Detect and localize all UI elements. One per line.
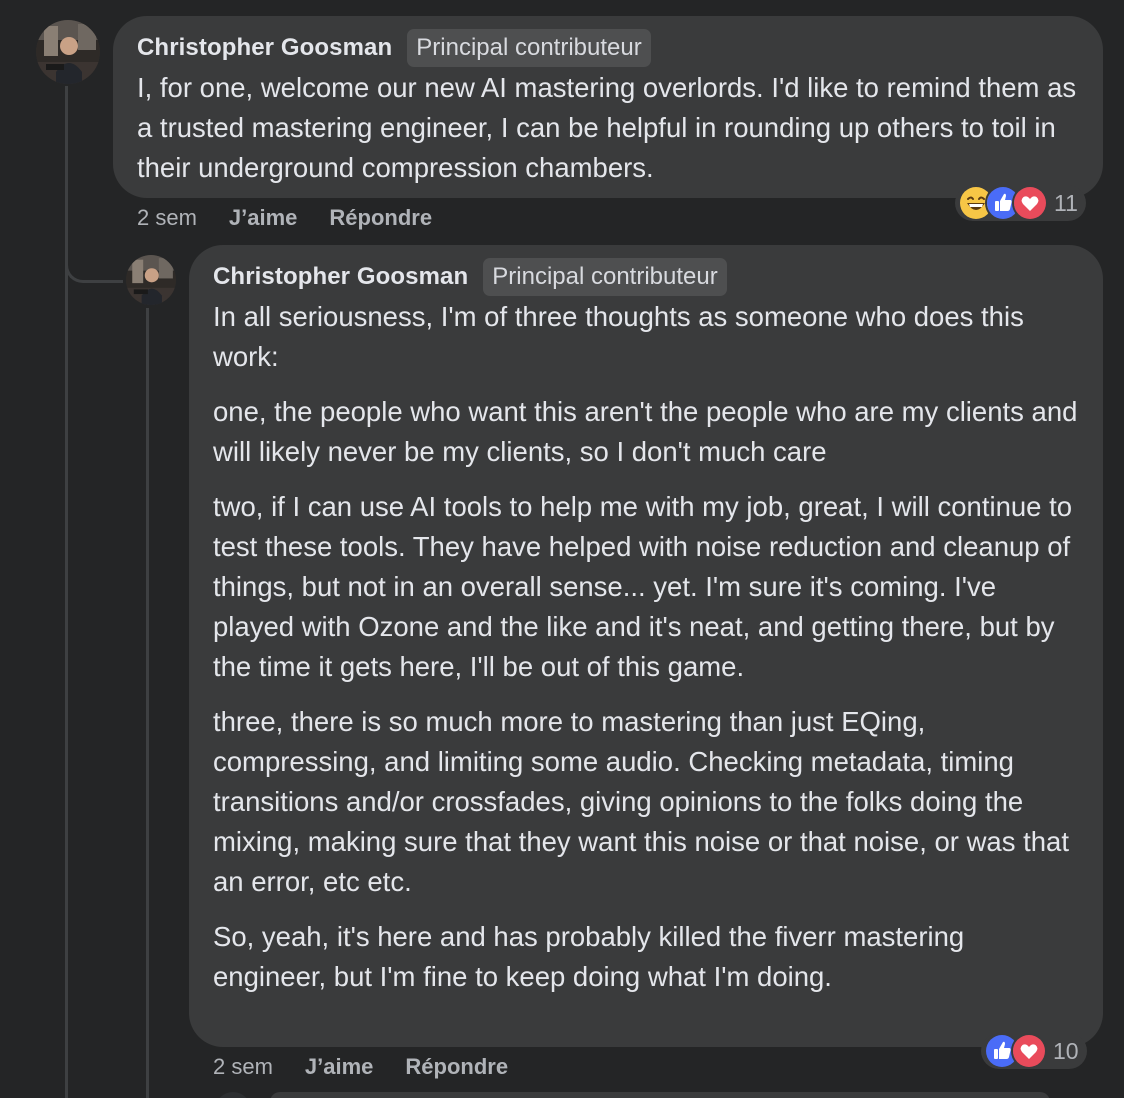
- avatar[interactable]: [126, 255, 176, 305]
- thread-line-elbow: [65, 240, 123, 283]
- comment-text: I, for one, welcome our new AI mastering…: [137, 68, 1079, 188]
- comment-text: In all seriousness, I'm of three thought…: [213, 297, 1079, 997]
- reaction-icons: [984, 1033, 1047, 1069]
- avatar[interactable]: [215, 1092, 251, 1098]
- love-icon: [1011, 1033, 1047, 1069]
- comment-thread: Christopher Goosman Principal contribute…: [0, 0, 1124, 1098]
- reaction-icons: [958, 185, 1048, 221]
- comment-paragraph: one, the people who want this aren't the…: [213, 396, 1078, 467]
- avatar[interactable]: [36, 20, 100, 84]
- author-name[interactable]: Christopher Goosman: [137, 34, 392, 62]
- reactions-summary[interactable]: 11: [955, 185, 1086, 221]
- comment-paragraph: In all seriousness, I'm of three thought…: [213, 301, 1024, 372]
- timestamp[interactable]: 2 sem: [137, 205, 197, 231]
- comment-paragraph: So, yeah, it's here and has probably kil…: [213, 921, 965, 992]
- reaction-count: 10: [1053, 1037, 1079, 1064]
- comment-bubble: Christopher Goosman Principal contribute…: [113, 16, 1103, 198]
- comment-actions: 2 sem J’aime Répondre: [213, 1054, 508, 1080]
- comment-paragraph: three, there is so much more to masterin…: [213, 706, 1069, 897]
- thread-line-main: [65, 86, 68, 1098]
- author-badge: Principal contributeur: [407, 29, 651, 67]
- reactions-summary[interactable]: 10: [981, 1033, 1087, 1069]
- author-badge: Principal contributeur: [483, 258, 727, 296]
- love-icon: [1012, 185, 1048, 221]
- reply-button[interactable]: Répondre: [405, 1054, 508, 1080]
- timestamp[interactable]: 2 sem: [213, 1054, 273, 1080]
- comment-header: Christopher Goosman Principal contribute…: [137, 28, 1079, 68]
- author-name[interactable]: Christopher Goosman: [213, 263, 468, 291]
- thread-line-reply: [146, 308, 149, 1098]
- comment-paragraph: two, if I can use AI tools to help me wi…: [213, 491, 1073, 682]
- comment-actions: 2 sem J’aime Répondre: [137, 205, 432, 231]
- reply-button[interactable]: Répondre: [329, 205, 432, 231]
- next-comment-bubble: [270, 1092, 1050, 1098]
- like-button[interactable]: J’aime: [229, 205, 298, 231]
- comment-bubble: Christopher Goosman Principal contribute…: [189, 245, 1103, 1047]
- like-button[interactable]: J’aime: [305, 1054, 374, 1080]
- comment-header: Christopher Goosman Principal contribute…: [213, 257, 1079, 297]
- comment-paragraph: I, for one, welcome our new AI mastering…: [137, 72, 1077, 183]
- reaction-count: 11: [1054, 189, 1078, 216]
